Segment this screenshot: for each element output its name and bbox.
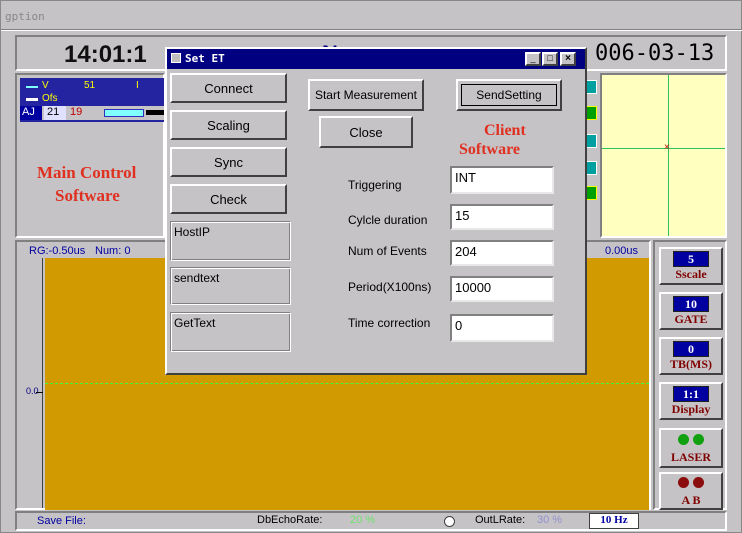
right-sidebar: 5 Sscale 10 GATE 0 TB(MS) 1:1 Display LA… <box>653 240 727 510</box>
row-label-aj: AJ <box>20 106 42 120</box>
set-et-dialog: Set ET _ □ × Connect Scaling Sync Check … <box>165 47 587 375</box>
triggering-label: Triggering <box>348 178 402 192</box>
scope-baseline <box>45 383 649 384</box>
outl-value: 30 % <box>537 514 563 526</box>
laser-button[interactable]: LASER <box>659 428 723 468</box>
tb-button[interactable]: 0 TB(MS) <box>659 337 723 375</box>
num-events-label: Num of Events <box>348 244 427 258</box>
hostip-box[interactable]: HostIP <box>170 221 291 261</box>
crosshair-vertical <box>668 75 669 236</box>
gettext-label: GetText <box>174 316 216 330</box>
ab-indicator-icon <box>676 475 706 493</box>
scope-num: Num: 0 <box>95 245 131 257</box>
scope-right-time: 0.00us <box>605 245 639 257</box>
crosshair-panel: × <box>600 73 727 238</box>
main-software-label-1: Main Control <box>37 163 137 182</box>
connect-button[interactable]: Connect <box>170 73 287 103</box>
display-button[interactable]: 1:1 Display <box>659 382 723 420</box>
y-zero-label: 0.0 <box>26 386 39 396</box>
legend-v: V <box>42 80 49 91</box>
display-value: 1:1 <box>673 385 709 402</box>
hz-display: 10 Hz <box>589 513 639 529</box>
row-aj: AJ 21 19 <box>20 106 164 120</box>
legend-line-2 <box>26 98 38 101</box>
row-val-19: 19 <box>70 106 83 118</box>
dbecho-label: DbEchoRate: <box>257 514 323 526</box>
laser-label: LASER <box>670 449 711 464</box>
display-label: Display <box>671 401 711 416</box>
time-correction-label: Time correction <box>348 316 431 330</box>
close-icon[interactable]: × <box>560 52 576 66</box>
gate-button[interactable]: 10 GATE <box>659 292 723 330</box>
send-setting-button[interactable]: SendSetting <box>456 79 562 111</box>
minimize-icon[interactable]: _ <box>525 52 541 66</box>
status-bar: Save File: DbEchoRate: 20 % OutLRate: 30… <box>15 511 727 531</box>
sendtext-label: sendtext <box>174 271 220 285</box>
sscale-label: Sscale <box>675 266 707 281</box>
row-val-21: 21 <box>44 106 66 120</box>
main-software-label-2: Software <box>55 186 120 205</box>
gettext-box[interactable]: GetText <box>170 312 291 352</box>
crosshair-marker-icon: × <box>664 142 670 153</box>
close-button[interactable]: Close <box>319 116 413 148</box>
save-file-label: Save File: <box>37 515 86 527</box>
scope-rg: RG:-0.50us <box>29 245 86 257</box>
title-separator <box>1 29 742 31</box>
legend-51: 51 <box>84 80 96 91</box>
num-events-field[interactable]: 204 <box>450 240 554 266</box>
ab-button[interactable]: A B <box>659 472 723 510</box>
legend-line-1 <box>26 86 38 88</box>
gate-value: 10 <box>673 295 709 312</box>
legend-ofs: Ofs <box>42 93 58 104</box>
scaling-button[interactable]: Scaling <box>170 110 287 140</box>
outl-label: OutLRate: <box>475 514 526 526</box>
maximize-icon[interactable]: □ <box>542 52 558 66</box>
dialog-titlebar: Set ET _ □ × <box>167 49 585 69</box>
tb-value: 0 <box>673 340 709 357</box>
clock-date: 006-03-13 <box>595 41 715 66</box>
y-zero-tick <box>36 392 43 393</box>
cycle-duration-field[interactable]: 15 <box>450 204 554 230</box>
sendtext-box[interactable]: sendtext <box>170 267 291 305</box>
row-bar-black <box>146 110 164 115</box>
channel-panel: V 51 I Ofs AJ 21 19 Main Control Softwar… <box>15 73 165 238</box>
legend-i: I <box>136 80 139 91</box>
sync-button[interactable]: Sync <box>170 147 287 177</box>
sscale-value: 5 <box>673 250 709 267</box>
window-title: gption <box>5 10 45 23</box>
status-radio-icon[interactable] <box>444 516 455 527</box>
triggering-field[interactable]: INT <box>450 166 554 194</box>
mini-indicator: V 51 I Ofs AJ 21 19 <box>20 78 164 122</box>
ab-label: A B <box>681 492 701 507</box>
start-measurement-button[interactable]: Start Measurement <box>308 79 424 111</box>
gate-label: GATE <box>674 311 708 326</box>
row-bar <box>104 109 144 117</box>
client-software-label-1: Client <box>484 122 526 139</box>
hostip-label: HostIP <box>174 225 211 239</box>
period-label: Period(X100ns) <box>348 280 432 294</box>
dialog-title: Set ET <box>185 52 225 65</box>
clock-time: 14:01:1 <box>64 41 147 68</box>
tb-label: TB(MS) <box>670 356 712 371</box>
dbecho-value: 20 % <box>350 514 376 526</box>
laser-indicator-icon <box>676 432 706 450</box>
check-button[interactable]: Check <box>170 184 287 214</box>
time-correction-field[interactable]: 0 <box>450 314 554 342</box>
client-software-label-2: Software <box>459 141 521 158</box>
cycle-duration-label: Cylcle duration <box>348 213 428 227</box>
sscale-button[interactable]: 5 Sscale <box>659 247 723 285</box>
side-indicators <box>585 80 599 205</box>
scope-y-axis: 0.0 <box>25 258 43 508</box>
period-field[interactable]: 10000 <box>450 276 554 302</box>
dialog-app-icon <box>171 53 181 63</box>
